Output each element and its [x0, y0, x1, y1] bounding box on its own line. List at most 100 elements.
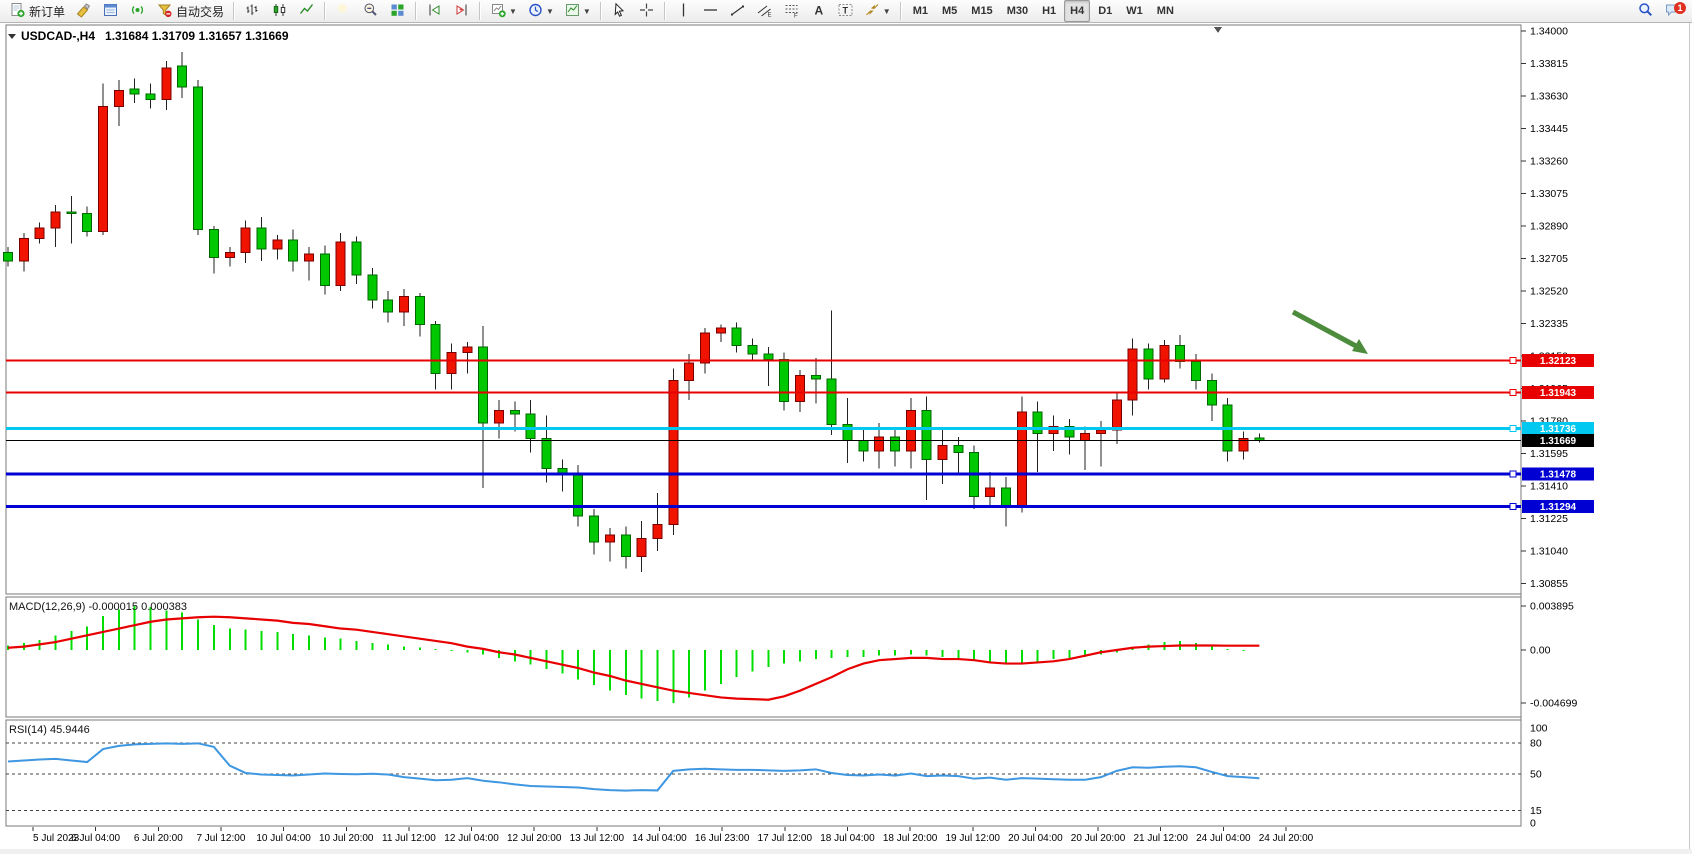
search-button[interactable]	[1633, 1, 1658, 23]
timeframe-m5-button[interactable]: M5	[936, 0, 963, 22]
labelT-icon: T	[837, 2, 854, 21]
svg-text:16 Jul 23:00: 16 Jul 23:00	[695, 833, 750, 844]
chart-title[interactable]: USDCAD-,H4 1.31684 1.31709 1.31657 1.316…	[8, 29, 289, 43]
bar-chart-button[interactable]	[240, 0, 265, 22]
svg-text:1.31410: 1.31410	[1530, 481, 1568, 493]
toolbar-separator	[324, 2, 326, 20]
autoscroll-icon	[426, 2, 443, 21]
toolbar-separator	[664, 2, 666, 20]
dropdown-caret-icon: ▼	[509, 7, 517, 16]
fibo-icon: F	[783, 2, 800, 21]
svg-text:100: 100	[1530, 723, 1548, 735]
cursor-icon	[611, 2, 628, 21]
svg-text:1.31669: 1.31669	[1540, 436, 1577, 447]
arrows-button[interactable]: ▼	[860, 0, 895, 22]
dropdown-caret-icon: ▼	[583, 7, 591, 16]
auto-scroll-button[interactable]	[422, 0, 447, 22]
svg-text:1.33260: 1.33260	[1530, 156, 1568, 168]
notifications-button[interactable]: 1	[1660, 1, 1685, 23]
svg-text:1.31040: 1.31040	[1530, 546, 1568, 558]
equidistant-channel-button[interactable]: E	[752, 0, 777, 22]
svg-text:1.33815: 1.33815	[1530, 58, 1568, 70]
svg-text:1.33630: 1.33630	[1530, 91, 1568, 103]
svg-text:12 Jul 20:00: 12 Jul 20:00	[507, 833, 562, 844]
horizontal-line-button[interactable]	[698, 0, 723, 22]
periods-button[interactable]: ▼	[523, 0, 558, 22]
auto-trading-button[interactable]: 自动交易	[152, 0, 228, 22]
crosshair-button[interactable]	[634, 0, 659, 22]
auto-trading-label: 自动交易	[176, 3, 224, 20]
timeframe-mn-button[interactable]: MN	[1151, 0, 1180, 22]
vertical-line-button[interactable]	[671, 0, 696, 22]
signals-button[interactable]	[125, 0, 150, 22]
fibonacci-button[interactable]: F	[779, 0, 804, 22]
toolbar-separator	[600, 2, 602, 20]
time-axis[interactable]: 5 Jul 20236 Jul 04:006 Jul 20:007 Jul 12…	[33, 827, 1314, 844]
svg-text:-0.004699: -0.004699	[1530, 698, 1577, 710]
toolbar-separator	[233, 2, 235, 20]
bars-icon	[244, 2, 261, 21]
symbol-dropdown-icon[interactable]	[8, 34, 16, 39]
timeframe-m30-button[interactable]: M30	[1001, 0, 1034, 22]
svg-text:0.003895: 0.003895	[1530, 601, 1574, 613]
svg-text:50: 50	[1530, 769, 1542, 781]
cursor-button[interactable]	[607, 0, 632, 22]
search-icon	[1637, 2, 1654, 21]
svg-text:20 Jul 20:00: 20 Jul 20:00	[1071, 833, 1126, 844]
svg-text:A: A	[814, 3, 823, 17]
svg-text:E: E	[767, 12, 771, 18]
timeframe-h4-button[interactable]: H4	[1064, 0, 1090, 22]
toolbar-separator	[415, 2, 417, 20]
notification-badge: 1	[1674, 2, 1686, 14]
timeframe-d1-button[interactable]: D1	[1092, 0, 1118, 22]
market-watch-button[interactable]	[98, 0, 123, 22]
zoom-in-icon	[335, 2, 352, 21]
timeframe-m15-button[interactable]: M15	[965, 0, 998, 22]
dropdown-caret-icon: ▼	[883, 7, 891, 16]
svg-text:0: 0	[1530, 818, 1536, 830]
svg-text:1.31943: 1.31943	[1540, 388, 1577, 399]
timeframe-m1-button[interactable]: M1	[907, 0, 934, 22]
svg-text:18 Jul 04:00: 18 Jul 04:00	[820, 833, 875, 844]
svg-text:1.33445: 1.33445	[1530, 123, 1568, 135]
timeframe-w1-button[interactable]: W1	[1120, 0, 1149, 22]
toolbar-separator	[479, 2, 481, 20]
tile-windows-button[interactable]	[385, 0, 410, 22]
text-button[interactable]: A	[806, 0, 831, 22]
funnel-icon	[156, 2, 173, 21]
line-chart-button[interactable]	[294, 0, 319, 22]
toolbar-separator	[900, 2, 902, 20]
svg-text:6 Jul 20:00: 6 Jul 20:00	[134, 833, 183, 844]
rsi-indicator-label: RSI(14) 45.9446	[9, 724, 90, 736]
macd-indicator-label: MACD(12,26,9) -0.000015 0.000383	[9, 601, 187, 613]
svg-text:7 Jul 12:00: 7 Jul 12:00	[196, 833, 245, 844]
new-chart-button[interactable]: ▼	[486, 0, 521, 22]
chart-shift-button[interactable]	[449, 0, 474, 22]
zoom-in-button[interactable]	[331, 0, 356, 22]
new-order-button[interactable]: 新订单	[5, 0, 69, 22]
svg-text:1.31736: 1.31736	[1540, 424, 1577, 435]
styler-button[interactable]	[71, 0, 96, 22]
svg-text:21 Jul 12:00: 21 Jul 12:00	[1133, 833, 1188, 844]
template-icon	[564, 2, 581, 21]
svg-text:14 Jul 04:00: 14 Jul 04:00	[632, 833, 687, 844]
svg-text:1.30855: 1.30855	[1530, 578, 1568, 590]
shapes-icon	[864, 2, 881, 21]
window-blue-icon	[102, 2, 119, 21]
line-icon	[298, 2, 315, 21]
chart-window[interactable]: USDCAD-,H4 1.31684 1.31709 1.31657 1.316…	[0, 23, 1692, 849]
text-label-button[interactable]: T	[833, 0, 858, 22]
svg-text:1.31478: 1.31478	[1540, 470, 1577, 481]
svg-text:24 Jul 04:00: 24 Jul 04:00	[1196, 833, 1251, 844]
svg-text:80: 80	[1530, 737, 1542, 749]
channel-icon: E	[756, 2, 773, 21]
zoom-out-button[interactable]	[358, 0, 383, 22]
ohlc-values: 1.31684 1.31709 1.31657 1.31669	[105, 29, 289, 43]
timeframe-h1-button[interactable]: H1	[1036, 0, 1062, 22]
templates-button[interactable]: ▼	[560, 0, 595, 22]
tiles-icon	[389, 2, 406, 21]
candle-chart-button[interactable]	[267, 0, 292, 22]
toolbar: 新订单 自动交易 ▼ ▼ ▼ E FA T ▼ M1M5M15M30H1H4D1W1MN	[0, 0, 1692, 23]
svg-text:T: T	[842, 5, 848, 15]
trendline-button[interactable]	[725, 0, 750, 22]
